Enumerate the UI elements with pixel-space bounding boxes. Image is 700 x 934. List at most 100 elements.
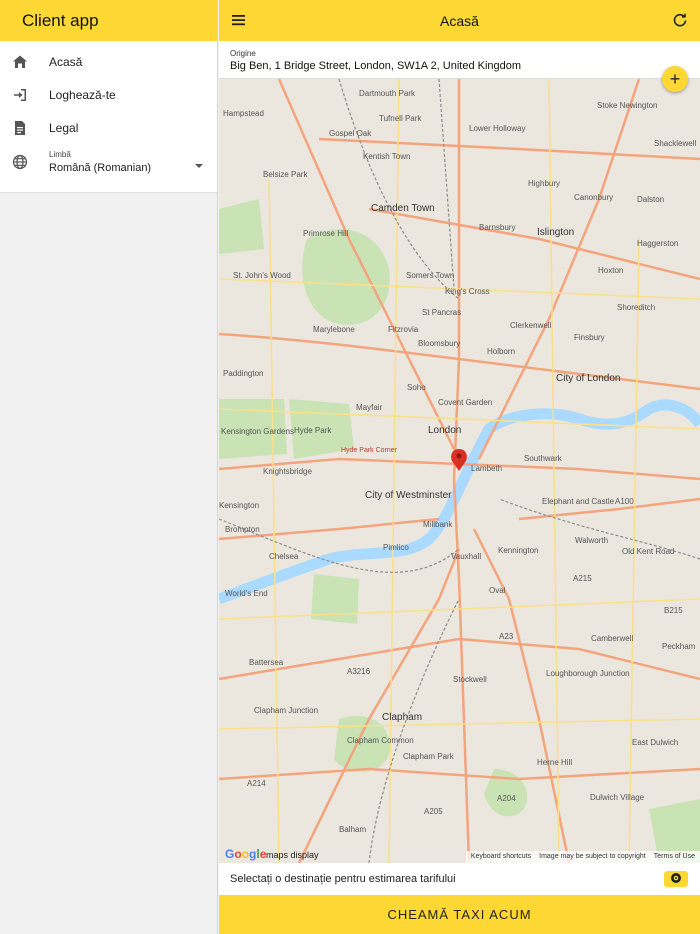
map-label: Dartmouth Park <box>359 89 416 98</box>
map-label: Clapham Common <box>347 736 414 745</box>
map-label: Marylebone <box>313 325 355 334</box>
fare-estimate-button[interactable] <box>664 871 688 887</box>
drawer-menu: Acasă Loghează-te Legal Limbă Română (Ro… <box>0 41 217 193</box>
home-icon <box>12 54 28 70</box>
plus-icon: + <box>669 68 681 89</box>
map-label: Finsbury <box>574 333 605 342</box>
map-label: Shoreditch <box>617 303 656 312</box>
map-label: Islington <box>537 227 575 238</box>
map-label: Camberwell <box>591 634 634 643</box>
map-label: Kensington Gardens <box>221 427 294 436</box>
map-label: Oval <box>489 586 506 595</box>
map-label: East Dulwich <box>632 738 679 747</box>
map-label: Dalston <box>637 195 665 204</box>
menu-item-login[interactable]: Loghează-te <box>0 78 217 111</box>
map-label: Kennington <box>498 546 539 555</box>
map-label: Peckham <box>662 642 696 651</box>
document-icon <box>12 120 28 136</box>
map-label: Kentish Town <box>363 152 411 161</box>
settings-icon <box>670 872 682 887</box>
terms-link[interactable]: Terms of Use <box>654 853 695 861</box>
drawer-header: Client app <box>0 0 217 41</box>
map-label: A215 <box>573 574 592 583</box>
map-label: Highbury <box>528 179 561 188</box>
map-label: London <box>428 425 462 436</box>
map-label: Vauxhall <box>451 552 482 561</box>
map-label: Clerkenwell <box>510 321 552 330</box>
drawer-title: Client app <box>22 10 99 30</box>
menu-item-home[interactable]: Acasă <box>0 45 217 78</box>
map-label: Haggerston <box>637 239 679 248</box>
map-label: St Pancras <box>422 308 462 317</box>
map-label: A3216 <box>347 667 371 676</box>
map-label: Gospel Oak <box>329 129 372 138</box>
map-label: City of London <box>556 373 621 384</box>
menu-item-label: Loghează-te <box>49 87 116 102</box>
language-label: Limbă <box>49 150 71 159</box>
copyright-notice: Image may be subject to copyright <box>539 853 646 860</box>
main-panel: Acasă Origine Big Ben, 1 Bridge Street, … <box>219 0 700 934</box>
language-field[interactable]: Limbă Română (Romanian) <box>49 150 217 174</box>
map-label: Kensington <box>219 501 260 510</box>
map-label: Clapham Junction <box>254 706 319 715</box>
origin-field[interactable]: Origine Big Ben, 1 Bridge Street, London… <box>219 41 700 79</box>
map-label: Canonbury <box>574 193 614 202</box>
add-stop-button[interactable]: + <box>662 66 688 92</box>
map-label: Millbank <box>423 520 453 529</box>
map-label: Balham <box>339 825 367 834</box>
map-label: Belsize Park <box>263 170 308 179</box>
map-label: Camden Town <box>371 203 435 214</box>
map-label: Hampstead <box>223 109 264 118</box>
map-label: Barnsbury <box>479 223 516 232</box>
map-label: Primrose Hill <box>303 229 349 238</box>
map-label: A214 <box>247 779 266 788</box>
destination-field[interactable]: Selectați o destinație pentru estimarea … <box>219 863 700 895</box>
destination-prompt: Selectați o destinație pentru estimarea … <box>230 873 456 885</box>
menu-item-label: Acasă <box>49 54 83 69</box>
map-label: Knightsbridge <box>263 467 312 476</box>
map-label: Hyde Park <box>294 426 332 435</box>
map-label: Stockwell <box>453 675 487 684</box>
map-label: City of Westminster <box>365 490 452 501</box>
map-label: Lambeth <box>471 464 503 473</box>
map-label: A204 <box>497 794 516 803</box>
page-title: Acasă <box>440 12 479 29</box>
map-label: Clapham Park <box>403 752 454 761</box>
map-label: Mayfair <box>356 403 383 412</box>
map-label: Walworth <box>575 536 609 545</box>
map-label: Fitzrovia <box>388 325 419 334</box>
map-label: Dulwich Village <box>590 793 645 802</box>
navigation-drawer: Client app Acasă Loghează-te Legal Limbă… <box>0 0 218 934</box>
google-logo: Google <box>225 847 267 861</box>
language-value: Română (Romanian) <box>49 162 152 174</box>
login-icon <box>12 87 28 103</box>
menu-item-legal[interactable]: Legal <box>0 111 217 144</box>
origin-value: Big Ben, 1 Bridge Street, London, SW1A 2… <box>230 60 522 72</box>
dropdown-caret-icon <box>195 164 203 168</box>
map-label: Covent Garden <box>438 398 493 407</box>
map-label: Chelsea <box>269 552 299 561</box>
map-label: Bloomsbury <box>418 339 461 348</box>
map-label: Brompton <box>225 525 260 534</box>
map-label: Shacklewell <box>654 139 697 148</box>
map-label: A205 <box>424 807 443 816</box>
map-label: Lower Holloway <box>469 124 526 133</box>
map-label: Tufnell Park <box>379 114 422 123</box>
map-label: Hoxton <box>598 266 624 275</box>
map-label: Hyde Park Corner <box>341 447 398 454</box>
origin-label: Origine <box>230 49 256 58</box>
refresh-icon[interactable] <box>672 12 688 28</box>
map-label: A100 <box>615 497 634 506</box>
map-label: Elephant and Castle <box>542 497 615 506</box>
map-label: Somers Town <box>406 271 455 280</box>
menu-item-label: Legal <box>49 120 79 135</box>
keyboard-shortcuts-link[interactable]: Keyboard shortcuts <box>471 853 531 861</box>
map-view[interactable]: Hampstead Dartmouth Park Tufnell Park Go… <box>219 79 700 863</box>
map-label: A23 <box>499 632 514 641</box>
map-label: St. John's Wood <box>233 271 291 280</box>
call-taxi-button[interactable]: CHEAMĂ TAXI ACUM <box>219 895 700 934</box>
hamburger-menu-icon[interactable] <box>231 12 247 28</box>
language-selector[interactable]: Limbă Română (Romanian) <box>0 144 217 184</box>
app-bar: Acasă <box>219 0 700 41</box>
call-taxi-label: CHEAMĂ TAXI ACUM <box>387 907 532 922</box>
